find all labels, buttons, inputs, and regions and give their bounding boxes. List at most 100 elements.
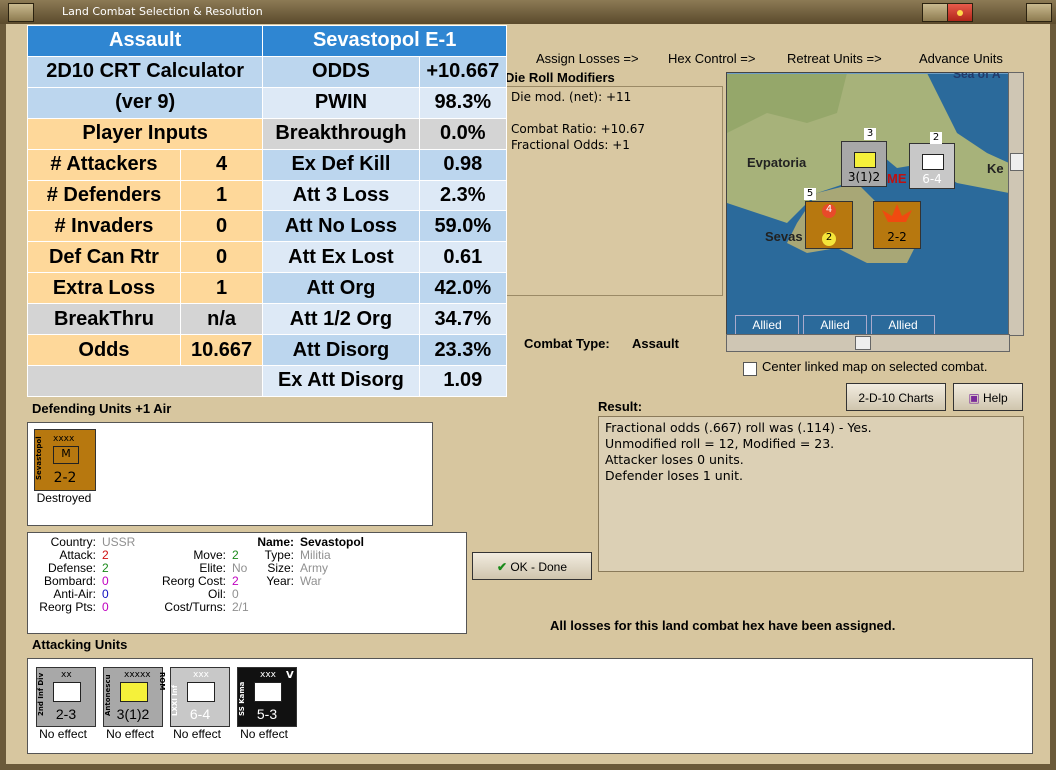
map-counter-str: 6-4 <box>922 172 942 186</box>
scroll-thumb[interactable] <box>1010 153 1024 171</box>
unit-strength: 6-4 <box>189 706 211 722</box>
input-label: # Attackers <box>27 148 181 181</box>
input-value: 1 <box>179 272 264 305</box>
info-value: 0 <box>232 587 239 601</box>
unit-strength: 2-3 <box>55 706 77 722</box>
center-map-label: Center linked map on selected combat. <box>762 359 988 374</box>
unit-strength: 5-3 <box>256 706 278 722</box>
infantry-symbol-icon <box>922 154 944 170</box>
unit-info-box: Country: USSR Attack: 2 Defense: 2 Bomba… <box>27 532 467 634</box>
info-value: Army <box>300 561 328 575</box>
tab-advance-units[interactable]: Advance Units <box>919 51 1003 66</box>
tab-assign-losses[interactable]: Assign Losses => <box>536 51 639 66</box>
infantry-symbol-icon <box>187 682 215 702</box>
input-label: BreakThru <box>27 303 181 336</box>
input-value: 1 <box>179 179 264 212</box>
unit-status: Destroyed <box>36 491 92 505</box>
modifiers-box: Die mod. (net): +11 Combat Ratio: +10.67… <box>505 86 723 296</box>
infantry-symbol-icon <box>854 152 876 168</box>
militia-symbol-icon: M <box>53 446 79 464</box>
map-counter-lxxi[interactable]: 6-4 2 <box>909 132 955 189</box>
info-value: 0 <box>102 600 109 614</box>
crt-empty-cell <box>26 364 264 398</box>
input-value: 0 <box>179 241 264 274</box>
crt-calc-title: 2D10 CRT Calculator <box>26 55 264 88</box>
center-map-checkbox[interactable] <box>743 362 757 376</box>
unit-strength: 2-2 <box>53 470 77 486</box>
attacking-unit-counter[interactable]: xxx LXXI Inf 6-4 <box>170 667 230 727</box>
map-counter-str: 2-2 <box>887 230 907 244</box>
title-bar[interactable]: Land Combat Selection & Resolution <box>0 0 1056 24</box>
unit-size: xxxx <box>53 434 75 444</box>
attacking-unit-counter[interactable]: xx 2nd Inf Div 2-3 <box>36 667 96 727</box>
scroll-thumb[interactable] <box>855 336 871 350</box>
attacking-unit-counter[interactable]: xxxxx Antonescu ROM 3(1)2 <box>103 667 166 727</box>
combat-type-value: Assault <box>632 336 679 351</box>
input-label: Def Can Rtr <box>27 241 181 274</box>
crt-result-label: Att Org <box>262 272 420 305</box>
hammer-sickle-icon <box>957 10 963 16</box>
attacking-unit-counter[interactable]: xxx V SS Kama 5-3 <box>237 667 297 727</box>
info-key: Anti-Air: <box>53 587 96 601</box>
info-value: 2/1 <box>232 600 249 614</box>
infantry-symbol-icon <box>53 682 81 702</box>
crt-result-value: 34.7% <box>418 303 508 336</box>
unit-name: Sevastopol <box>35 436 43 480</box>
crt-result-label: Att Ex Lost <box>262 241 420 274</box>
info-value: 0 <box>102 574 109 588</box>
allied-box: Allied <box>871 315 935 335</box>
minimize-button[interactable] <box>922 3 948 22</box>
linked-map[interactable]: Evpatoria Sevas Sea of A Ke ME 3(1)2 3 6… <box>726 72 1010 336</box>
charts-button[interactable]: 2-D-10 Charts <box>846 383 946 411</box>
info-value: 2 <box>102 561 109 575</box>
map-horizontal-scrollbar[interactable] <box>726 334 1010 352</box>
crt-result-value: +10.667 <box>418 55 508 88</box>
system-menu-button[interactable] <box>8 3 34 22</box>
crt-result-label: Ex Att Disorg <box>262 364 420 398</box>
unit-size: xxxxx <box>124 670 151 680</box>
unit-status: No effect <box>106 727 154 741</box>
info-value: Sevastopol <box>300 535 365 549</box>
ok-done-button[interactable]: ✔ OK - Done <box>472 552 592 580</box>
help-button[interactable]: ▣ Help <box>953 383 1023 411</box>
crt-result-value: 0.98 <box>418 148 508 181</box>
allied-box: Allied <box>735 315 799 335</box>
crt-result-label: Att 3 Loss <box>262 179 420 212</box>
info-value: 0 <box>102 587 109 601</box>
info-key: Country: <box>50 535 96 549</box>
allied-box: Allied <box>803 315 867 335</box>
window-title: Land Combat Selection & Resolution <box>62 5 263 18</box>
map-vertical-scrollbar[interactable] <box>1008 72 1024 336</box>
book-icon: ▣ <box>968 391 980 405</box>
defending-unit-counter[interactable]: xxxx M Sevastopol 2-2 <box>34 429 96 491</box>
player-inputs-heading: Player Inputs <box>26 117 264 150</box>
crt-result-value: 98.3% <box>418 86 508 119</box>
map-counter-antonescu[interactable]: 3(1)2 3 <box>841 128 887 187</box>
infantry-symbol-icon <box>254 682 282 702</box>
checkmark-icon: ✔ <box>496 560 507 574</box>
attacking-title: Attacking Units <box>32 637 128 652</box>
input-label: # Invaders <box>27 210 181 243</box>
info-key: Size: <box>267 561 294 575</box>
map-counter-sevastopol[interactable]: 2-2 <box>873 201 921 249</box>
map-label-evpatoria: Evpatoria <box>747 155 807 170</box>
crt-result-label: Att No Loss <box>262 210 420 243</box>
combat-type-label: Combat Type: <box>524 336 610 351</box>
tab-retreat-units[interactable]: Retreat Units => <box>787 51 882 66</box>
info-key: Defense: <box>47 561 96 575</box>
info-key: Reorg Pts: <box>39 600 96 614</box>
mod-line: Fractional Odds: +1 <box>511 138 630 152</box>
result-line: Fractional odds (.667) roll was (.114) -… <box>605 420 872 435</box>
all-losses-message: All losses for this land combat hex have… <box>550 618 896 633</box>
maximize-button[interactable] <box>1026 3 1052 22</box>
close-button[interactable] <box>947 3 973 22</box>
input-value: n/a <box>179 303 264 336</box>
stack-count: 3 <box>864 128 876 140</box>
map-counter-naval[interactable]: 4 2 5 <box>804 188 853 249</box>
info-key: Year: <box>266 574 294 588</box>
input-value: 10.667 <box>179 334 264 366</box>
tab-hex-control[interactable]: Hex Control => <box>668 51 755 66</box>
map-terrain <box>727 73 1009 263</box>
info-key: Elite: <box>199 561 226 575</box>
result-line: Unmodified roll = 12, Modified = 23. <box>605 436 835 451</box>
